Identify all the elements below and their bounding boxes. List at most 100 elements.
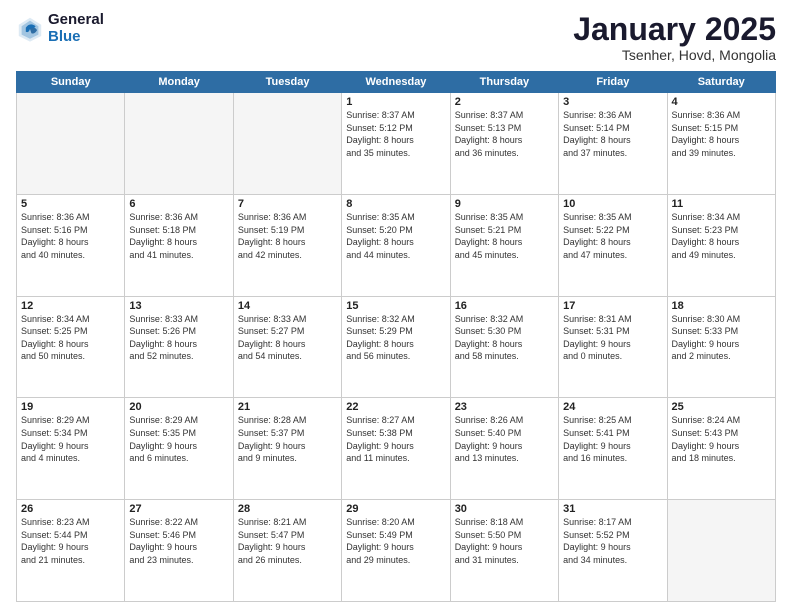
day-number: 10 (563, 198, 662, 210)
calendar-cell (17, 93, 125, 195)
day-info: Sunrise: 8:34 AM Sunset: 5:23 PM Dayligh… (672, 211, 771, 261)
calendar-cell: 24Sunrise: 8:25 AM Sunset: 5:41 PM Dayli… (559, 398, 667, 500)
logo-line1: General (48, 12, 104, 29)
calendar-cell: 3Sunrise: 8:36 AM Sunset: 5:14 PM Daylig… (559, 93, 667, 195)
weekday-header-row: SundayMondayTuesdayWednesdayThursdayFrid… (17, 72, 776, 93)
day-number: 29 (346, 503, 445, 515)
day-info: Sunrise: 8:31 AM Sunset: 5:31 PM Dayligh… (563, 313, 662, 363)
day-number: 23 (455, 401, 554, 413)
day-number: 2 (455, 96, 554, 108)
weekday-header-tuesday: Tuesday (233, 72, 341, 93)
calendar-cell: 29Sunrise: 8:20 AM Sunset: 5:49 PM Dayli… (342, 500, 450, 602)
calendar-cell: 6Sunrise: 8:36 AM Sunset: 5:18 PM Daylig… (125, 194, 233, 296)
weekday-header-saturday: Saturday (667, 72, 775, 93)
day-number: 31 (563, 503, 662, 515)
day-info: Sunrise: 8:35 AM Sunset: 5:21 PM Dayligh… (455, 211, 554, 261)
calendar-cell: 16Sunrise: 8:32 AM Sunset: 5:30 PM Dayli… (450, 296, 558, 398)
day-number: 26 (21, 503, 120, 515)
weekday-header-sunday: Sunday (17, 72, 125, 93)
day-info: Sunrise: 8:34 AM Sunset: 5:25 PM Dayligh… (21, 313, 120, 363)
weekday-header-friday: Friday (559, 72, 667, 93)
day-number: 12 (21, 300, 120, 312)
day-info: Sunrise: 8:33 AM Sunset: 5:26 PM Dayligh… (129, 313, 228, 363)
title-block: January 2025 Tsenher, Hovd, Mongolia (573, 12, 776, 63)
day-info: Sunrise: 8:29 AM Sunset: 5:35 PM Dayligh… (129, 414, 228, 464)
calendar-cell: 4Sunrise: 8:36 AM Sunset: 5:15 PM Daylig… (667, 93, 775, 195)
day-number: 14 (238, 300, 337, 312)
logo: General Blue (16, 12, 104, 45)
day-info: Sunrise: 8:36 AM Sunset: 5:16 PM Dayligh… (21, 211, 120, 261)
day-number: 18 (672, 300, 771, 312)
day-number: 25 (672, 401, 771, 413)
weekday-header-wednesday: Wednesday (342, 72, 450, 93)
calendar-cell: 13Sunrise: 8:33 AM Sunset: 5:26 PM Dayli… (125, 296, 233, 398)
day-info: Sunrise: 8:32 AM Sunset: 5:30 PM Dayligh… (455, 313, 554, 363)
day-info: Sunrise: 8:33 AM Sunset: 5:27 PM Dayligh… (238, 313, 337, 363)
day-number: 15 (346, 300, 445, 312)
calendar-cell: 5Sunrise: 8:36 AM Sunset: 5:16 PM Daylig… (17, 194, 125, 296)
calendar-body: 1Sunrise: 8:37 AM Sunset: 5:12 PM Daylig… (17, 93, 776, 602)
day-number: 8 (346, 198, 445, 210)
day-number: 19 (21, 401, 120, 413)
calendar-cell: 31Sunrise: 8:17 AM Sunset: 5:52 PM Dayli… (559, 500, 667, 602)
calendar-cell: 27Sunrise: 8:22 AM Sunset: 5:46 PM Dayli… (125, 500, 233, 602)
day-number: 11 (672, 198, 771, 210)
calendar-cell: 23Sunrise: 8:26 AM Sunset: 5:40 PM Dayli… (450, 398, 558, 500)
day-number: 1 (346, 96, 445, 108)
calendar-cell: 28Sunrise: 8:21 AM Sunset: 5:47 PM Dayli… (233, 500, 341, 602)
day-number: 28 (238, 503, 337, 515)
page: General Blue January 2025 Tsenher, Hovd,… (0, 0, 792, 612)
day-info: Sunrise: 8:30 AM Sunset: 5:33 PM Dayligh… (672, 313, 771, 363)
day-info: Sunrise: 8:37 AM Sunset: 5:12 PM Dayligh… (346, 109, 445, 159)
calendar-cell (125, 93, 233, 195)
day-info: Sunrise: 8:32 AM Sunset: 5:29 PM Dayligh… (346, 313, 445, 363)
day-info: Sunrise: 8:35 AM Sunset: 5:20 PM Dayligh… (346, 211, 445, 261)
day-info: Sunrise: 8:29 AM Sunset: 5:34 PM Dayligh… (21, 414, 120, 464)
day-info: Sunrise: 8:35 AM Sunset: 5:22 PM Dayligh… (563, 211, 662, 261)
day-info: Sunrise: 8:36 AM Sunset: 5:18 PM Dayligh… (129, 211, 228, 261)
day-number: 9 (455, 198, 554, 210)
calendar-cell: 30Sunrise: 8:18 AM Sunset: 5:50 PM Dayli… (450, 500, 558, 602)
calendar-subtitle: Tsenher, Hovd, Mongolia (573, 47, 776, 63)
day-number: 27 (129, 503, 228, 515)
calendar-cell: 26Sunrise: 8:23 AM Sunset: 5:44 PM Dayli… (17, 500, 125, 602)
logo-line2: Blue (48, 29, 104, 46)
calendar-cell: 22Sunrise: 8:27 AM Sunset: 5:38 PM Dayli… (342, 398, 450, 500)
calendar-cell: 12Sunrise: 8:34 AM Sunset: 5:25 PM Dayli… (17, 296, 125, 398)
week-row-4: 19Sunrise: 8:29 AM Sunset: 5:34 PM Dayli… (17, 398, 776, 500)
day-info: Sunrise: 8:22 AM Sunset: 5:46 PM Dayligh… (129, 516, 228, 566)
day-number: 3 (563, 96, 662, 108)
calendar-cell: 19Sunrise: 8:29 AM Sunset: 5:34 PM Dayli… (17, 398, 125, 500)
day-number: 21 (238, 401, 337, 413)
day-number: 22 (346, 401, 445, 413)
calendar-cell: 21Sunrise: 8:28 AM Sunset: 5:37 PM Dayli… (233, 398, 341, 500)
week-row-1: 1Sunrise: 8:37 AM Sunset: 5:12 PM Daylig… (17, 93, 776, 195)
day-info: Sunrise: 8:28 AM Sunset: 5:37 PM Dayligh… (238, 414, 337, 464)
day-info: Sunrise: 8:26 AM Sunset: 5:40 PM Dayligh… (455, 414, 554, 464)
day-number: 20 (129, 401, 228, 413)
day-number: 30 (455, 503, 554, 515)
calendar-cell: 17Sunrise: 8:31 AM Sunset: 5:31 PM Dayli… (559, 296, 667, 398)
calendar-title: January 2025 (573, 12, 776, 47)
day-info: Sunrise: 8:17 AM Sunset: 5:52 PM Dayligh… (563, 516, 662, 566)
day-info: Sunrise: 8:21 AM Sunset: 5:47 PM Dayligh… (238, 516, 337, 566)
day-number: 16 (455, 300, 554, 312)
day-info: Sunrise: 8:36 AM Sunset: 5:15 PM Dayligh… (672, 109, 771, 159)
weekday-header-monday: Monday (125, 72, 233, 93)
day-number: 7 (238, 198, 337, 210)
week-row-3: 12Sunrise: 8:34 AM Sunset: 5:25 PM Dayli… (17, 296, 776, 398)
week-row-2: 5Sunrise: 8:36 AM Sunset: 5:16 PM Daylig… (17, 194, 776, 296)
day-number: 5 (21, 198, 120, 210)
calendar-cell: 20Sunrise: 8:29 AM Sunset: 5:35 PM Dayli… (125, 398, 233, 500)
calendar-cell: 15Sunrise: 8:32 AM Sunset: 5:29 PM Dayli… (342, 296, 450, 398)
calendar-cell: 1Sunrise: 8:37 AM Sunset: 5:12 PM Daylig… (342, 93, 450, 195)
day-info: Sunrise: 8:36 AM Sunset: 5:19 PM Dayligh… (238, 211, 337, 261)
day-number: 4 (672, 96, 771, 108)
calendar-cell (233, 93, 341, 195)
header: General Blue January 2025 Tsenher, Hovd,… (16, 12, 776, 63)
calendar-cell: 14Sunrise: 8:33 AM Sunset: 5:27 PM Dayli… (233, 296, 341, 398)
calendar-cell: 11Sunrise: 8:34 AM Sunset: 5:23 PM Dayli… (667, 194, 775, 296)
calendar-cell: 25Sunrise: 8:24 AM Sunset: 5:43 PM Dayli… (667, 398, 775, 500)
day-info: Sunrise: 8:23 AM Sunset: 5:44 PM Dayligh… (21, 516, 120, 566)
calendar-cell (667, 500, 775, 602)
